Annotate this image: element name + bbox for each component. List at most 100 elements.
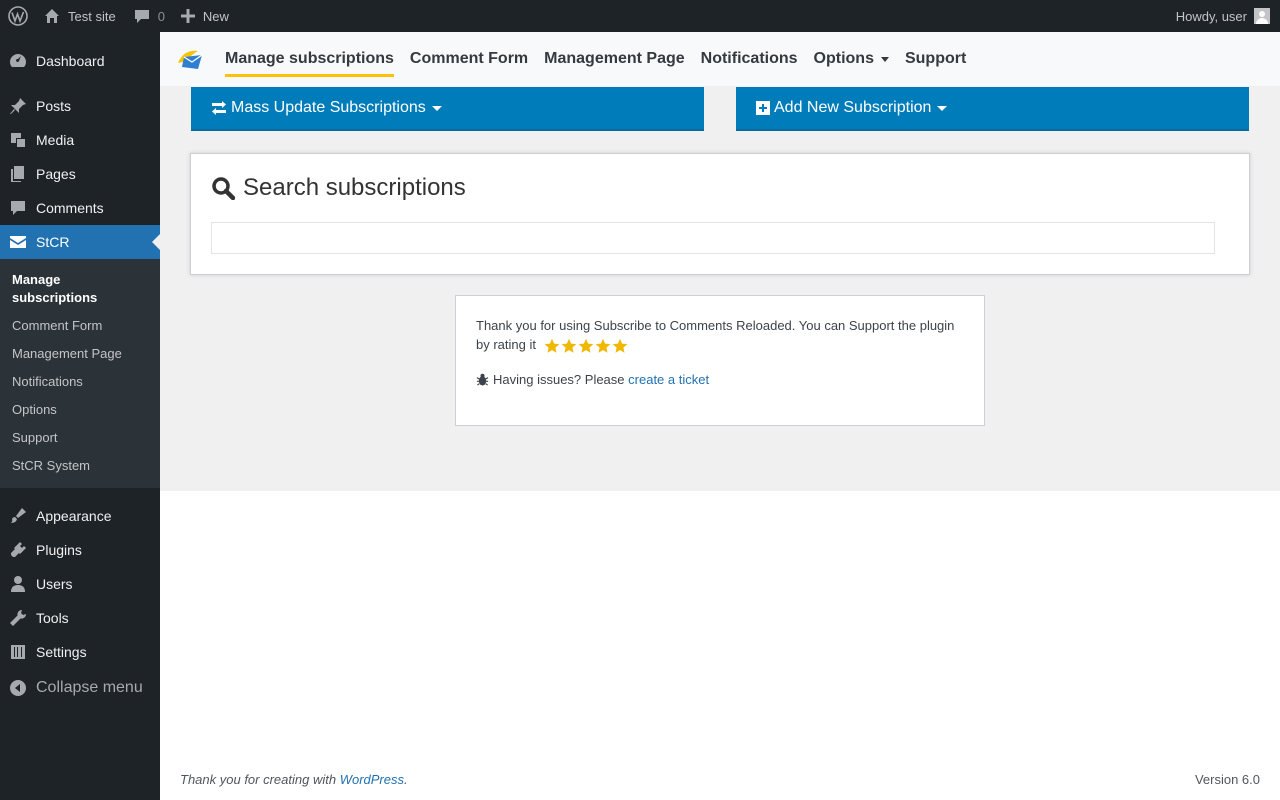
dashboard-icon [0, 51, 36, 71]
sidebar-item-label: Users [36, 576, 73, 592]
footer-version: Version 6.0 [1194, 772, 1260, 787]
issues-prefix: Having issues? Please [493, 372, 625, 387]
mass-update-label: Mass Update Subscriptions [231, 99, 426, 116]
stcr-logo-icon [178, 50, 203, 69]
sidebar-item-posts[interactable]: Posts [0, 89, 160, 123]
howdy-text: Howdy, user [1175, 8, 1247, 24]
sidebar-item-dashboard[interactable]: Dashboard [0, 44, 160, 78]
sidebar-item-stcr[interactable]: StCR [0, 225, 160, 259]
stcr-submenu: Manage subscriptions Comment Form Manage… [0, 259, 160, 488]
sidebar-item-label: Pages [36, 166, 76, 182]
sidebar-item-pages[interactable]: Pages [0, 157, 160, 191]
sidebar-item-label: Plugins [36, 542, 82, 558]
sidebar-item-label: Media [36, 132, 75, 148]
plug-icon [0, 540, 36, 560]
comment-icon [0, 198, 36, 218]
new-content-link[interactable]: New [173, 0, 237, 32]
tab-options-label: Options [813, 50, 874, 67]
sidebar-item-label: Posts [36, 98, 72, 114]
admin-sidebar: Dashboard Posts Media Pages Comments StC… [0, 32, 160, 800]
sidebar-item-label: Dashboard [36, 53, 105, 69]
comment-bubble-icon [134, 10, 149, 23]
footer-thanks-text: Thank you for creating with [180, 772, 337, 787]
comments-link[interactable]: 0 [124, 0, 173, 32]
media-icon [0, 130, 36, 150]
brush-icon [0, 506, 36, 526]
my-account[interactable]: Howdy, user [1168, 0, 1280, 32]
exchange-arrows-icon [212, 101, 226, 115]
tab-management-page[interactable]: Management Page [536, 32, 692, 86]
plus-square-icon [756, 101, 770, 115]
star-icon[interactable] [612, 338, 628, 354]
caret-down-icon [431, 105, 442, 111]
wordpress-link[interactable]: WordPress [340, 772, 404, 787]
avatar [1254, 8, 1270, 24]
collapse-arrow-icon [0, 678, 36, 698]
submenu-item-management-page[interactable]: Management Page [0, 340, 160, 368]
sidebar-item-label: Tools [36, 610, 69, 626]
star-icon[interactable] [595, 338, 611, 354]
create-ticket-link[interactable]: create a ticket [628, 370, 709, 389]
search-title: Search subscriptions [211, 174, 466, 202]
stcr-top-nav: Manage subscriptions Comment Form Manage… [160, 32, 1280, 86]
star-icon[interactable] [578, 338, 594, 354]
search-input[interactable] [211, 222, 1215, 254]
add-new-label: Add New Subscription [774, 99, 932, 116]
caret-down-icon [937, 105, 948, 111]
search-title-text: Search subscriptions [243, 174, 466, 201]
user-icon [0, 574, 36, 594]
search-subscriptions-card: Search subscriptions [190, 153, 1250, 275]
collapse-menu-label: Collapse menu [36, 679, 143, 696]
rating-text: Thank you for using Subscribe to Comment… [476, 316, 964, 354]
bug-icon [476, 373, 489, 386]
issues-line: Having issues? Please create a ticket [476, 370, 964, 389]
tab-comment-form[interactable]: Comment Form [402, 32, 536, 86]
submenu-item-comment-form[interactable]: Comment Form [0, 312, 160, 340]
add-new-subscription-button[interactable]: Add New Subscription [736, 87, 1249, 131]
home-icon [45, 9, 59, 23]
sidebar-item-appearance[interactable]: Appearance [0, 499, 160, 533]
submenu-item-options[interactable]: Options [0, 396, 160, 424]
sidebar-item-settings[interactable]: Settings [0, 635, 160, 669]
sidebar-item-users[interactable]: Users [0, 567, 160, 601]
sidebar-item-media[interactable]: Media [0, 123, 160, 157]
plugin-info-card: Thank you for using Subscribe to Comment… [455, 295, 985, 426]
sidebar-item-comments[interactable]: Comments [0, 191, 160, 225]
mass-update-subscriptions-button[interactable]: Mass Update Subscriptions [191, 87, 704, 131]
star-icon[interactable] [544, 338, 560, 354]
submenu-item-support[interactable]: Support [0, 424, 160, 452]
footer-period: . [404, 772, 408, 787]
sidebar-item-plugins[interactable]: Plugins [0, 533, 160, 567]
wrench-icon [0, 608, 36, 628]
tab-options[interactable]: Options [806, 32, 897, 86]
new-label: New [202, 8, 229, 24]
search-icon [212, 177, 235, 200]
comments-count: 0 [157, 8, 165, 24]
submenu-item-manage-subscriptions[interactable]: Manage subscriptions [0, 266, 110, 312]
star-icon[interactable] [561, 338, 577, 354]
submenu-item-stcr-system[interactable]: StCR System [0, 452, 160, 480]
content-lower-area [160, 491, 1280, 800]
footer-thanks: Thank you for creating with WordPress. [180, 772, 408, 787]
pin-icon [0, 96, 36, 116]
tab-manage-subscriptions[interactable]: Manage subscriptions [217, 32, 402, 86]
caret-down-icon [880, 56, 889, 62]
sidebar-item-label: Settings [36, 644, 87, 660]
wordpress-logo-icon[interactable] [0, 0, 36, 32]
tab-support[interactable]: Support [897, 32, 974, 86]
admin-bar: Test site 0 New Howdy, user [0, 0, 1280, 32]
tab-notifications[interactable]: Notifications [693, 32, 806, 86]
site-name: Test site [68, 8, 116, 24]
site-name-link[interactable]: Test site [36, 0, 124, 32]
plus-icon [180, 9, 195, 23]
pages-icon [0, 164, 36, 184]
sliders-icon [0, 642, 36, 662]
envelope-icon [0, 232, 36, 252]
sidebar-item-label: StCR [36, 234, 70, 250]
rating-stars[interactable] [544, 338, 629, 354]
collapse-menu-button[interactable]: Collapse menu [0, 669, 160, 707]
sidebar-item-label: Appearance [36, 508, 112, 524]
sidebar-item-label: Comments [36, 200, 104, 216]
submenu-item-notifications[interactable]: Notifications [0, 368, 160, 396]
sidebar-item-tools[interactable]: Tools [0, 601, 160, 635]
